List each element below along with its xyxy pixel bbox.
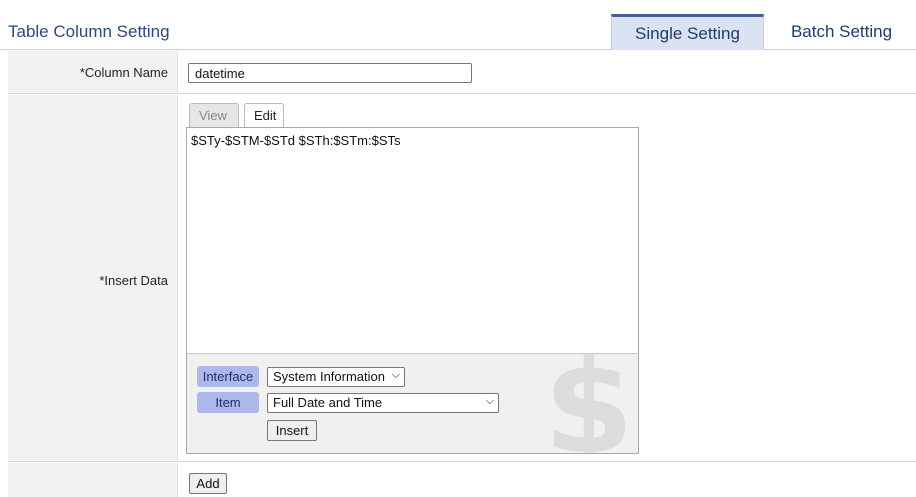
page-title: Table Column Setting [8, 22, 170, 41]
item-select-value: Full Date and Time [273, 395, 383, 410]
add-label-cell [8, 463, 178, 497]
insert-data-label: *Insert Data [99, 273, 168, 288]
header: Table Column Setting Single Setting Batc… [0, 0, 916, 50]
insert-data-editor[interactable]: $STy-$STM-$STd $STh:$STm:$STs $ Interfac… [186, 127, 639, 454]
add-row [8, 463, 916, 497]
interface-select[interactable]: System Information ⌵ [267, 367, 405, 387]
insert-panel: $ Interface System Information ⌵ Item Fu… [187, 353, 638, 453]
column-name-label-cell: *Column Name [8, 51, 178, 93]
chevron-down-icon: ⌵ [485, 395, 494, 407]
editor-content[interactable]: $STy-$STM-$STd $STh:$STm:$STs [191, 133, 401, 148]
dollar-watermark-icon: $ [543, 353, 634, 453]
add-button[interactable]: Add [189, 473, 227, 494]
tab-batch-setting[interactable]: Batch Setting [767, 14, 916, 50]
column-name-label: *Column Name [79, 65, 168, 80]
interface-label: Interface [197, 366, 259, 387]
item-select[interactable]: Full Date and Time ⌵ [267, 393, 499, 413]
column-name-input[interactable] [188, 63, 472, 83]
tab-single-setting[interactable]: Single Setting [611, 14, 764, 50]
interface-select-value: System Information [273, 369, 385, 384]
chevron-down-icon: ⌵ [391, 369, 400, 381]
insert-data-label-cell: *Insert Data [8, 95, 178, 461]
tab-edit[interactable]: Edit [244, 103, 284, 127]
item-label: Item [197, 392, 259, 413]
tab-view[interactable]: View [189, 103, 239, 127]
insert-button[interactable]: Insert [267, 420, 317, 441]
